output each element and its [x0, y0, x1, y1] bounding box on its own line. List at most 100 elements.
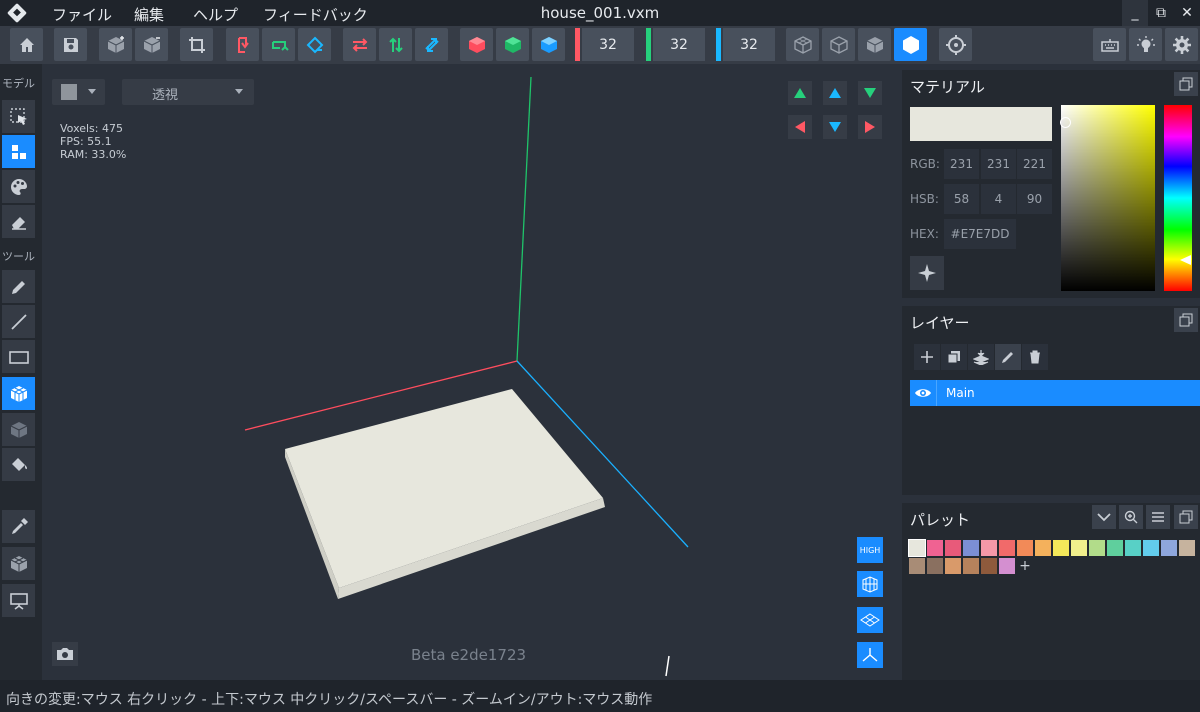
flip-y-button[interactable] [262, 28, 295, 61]
save-button[interactable] [54, 28, 87, 61]
target-button[interactable] [939, 28, 972, 61]
grid-wall-button[interactable] [857, 571, 883, 597]
palette-swatch[interactable] [999, 540, 1015, 556]
add-palette-color-button[interactable]: + [1017, 558, 1033, 574]
rename-layer-button[interactable] [995, 344, 1021, 370]
palette-swatch[interactable] [909, 558, 925, 574]
palette-swatch[interactable] [1179, 540, 1195, 556]
flip-z-button[interactable] [298, 28, 331, 61]
palette-swatch[interactable] [927, 558, 943, 574]
close-button[interactable]: ✕ [1174, 0, 1200, 26]
cube-paint-tool[interactable] [2, 413, 35, 446]
size-x-input[interactable]: 32 [582, 28, 634, 61]
wire-cube-2-button[interactable] [822, 28, 855, 61]
layer-visibility-toggle[interactable] [910, 380, 937, 406]
sparkle-button[interactable] [910, 256, 944, 290]
palette-swatch-selected[interactable] [908, 539, 926, 557]
home-button[interactable] [10, 28, 43, 61]
material-popout-button[interactable] [1174, 72, 1198, 96]
hsb-s-field[interactable]: 4 [981, 184, 1016, 214]
current-color-swatch[interactable] [910, 107, 1052, 141]
palette-swatch[interactable] [981, 558, 997, 574]
palette-zoom-button[interactable] [1119, 505, 1143, 529]
hue-slider[interactable] [1164, 105, 1192, 291]
swap-y-button[interactable] [379, 28, 412, 61]
palette-popout-button[interactable] [1174, 505, 1198, 529]
palette-swatch[interactable] [1017, 540, 1033, 556]
view-up-button[interactable] [788, 81, 812, 105]
hsb-h-field[interactable]: 58 [944, 184, 979, 214]
palette-swatch[interactable] [945, 558, 961, 574]
palette-swatch[interactable] [1053, 540, 1069, 556]
green-cube-button[interactable] [496, 28, 529, 61]
crop-button[interactable] [180, 28, 213, 61]
palette-swatch[interactable] [1143, 540, 1159, 556]
delete-layer-button[interactable] [1022, 344, 1048, 370]
size-z-input[interactable]: 32 [723, 28, 775, 61]
eyedropper-tool[interactable] [2, 510, 35, 543]
palette-tool[interactable] [2, 170, 35, 203]
palette-swatch[interactable] [963, 540, 979, 556]
swap-x-button[interactable] [343, 28, 376, 61]
wire-cube-button[interactable] [786, 28, 819, 61]
view-down-button[interactable] [858, 81, 882, 105]
layers-popout-button[interactable] [1174, 308, 1198, 332]
palette-swatch[interactable] [927, 540, 943, 556]
grid-floor-button[interactable] [857, 607, 883, 633]
red-cube-button[interactable] [460, 28, 493, 61]
presentation-tool[interactable] [2, 584, 35, 617]
palette-swatch[interactable] [1161, 540, 1177, 556]
swap-z-button[interactable] [415, 28, 448, 61]
hsb-b-field[interactable]: 90 [1017, 184, 1052, 214]
3d-viewport[interactable]: 透視 Voxels: 475 FPS: 55.1 RAM: 33.0% HIGH [42, 64, 895, 680]
restore-button[interactable]: ⧉ [1148, 0, 1174, 26]
hexagon-button[interactable] [894, 28, 927, 61]
minimize-button[interactable]: _ [1122, 0, 1148, 26]
palette-collapse-button[interactable] [1092, 505, 1116, 529]
menu-edit[interactable]: 編集 [134, 4, 164, 25]
solid-cube-button[interactable] [858, 28, 891, 61]
flip-x-button[interactable] [226, 28, 259, 61]
duplicate-layer-button[interactable] [941, 344, 967, 370]
settings-button[interactable] [1165, 28, 1198, 61]
palette-swatch[interactable] [945, 540, 961, 556]
color-picker-handle[interactable] [1060, 117, 1071, 128]
merge-layer-button[interactable] [968, 344, 994, 370]
rgb-r-field[interactable]: 231 [944, 149, 979, 179]
bulb-button[interactable] [1129, 28, 1162, 61]
palette-swatch[interactable] [1035, 540, 1051, 556]
view-right-button[interactable] [858, 115, 882, 139]
view-bottom-button[interactable] [823, 115, 847, 139]
add-layer-button[interactable] [914, 344, 940, 370]
menu-help[interactable]: ヘルプ [193, 4, 238, 25]
palette-swatch[interactable] [1089, 540, 1105, 556]
cube-add-button[interactable] [99, 28, 132, 61]
palette-swatch[interactable] [1107, 540, 1123, 556]
palette-swatch[interactable] [1071, 540, 1087, 556]
size-y-input[interactable]: 32 [653, 28, 705, 61]
blue-cube-button[interactable] [532, 28, 565, 61]
palette-swatch[interactable] [963, 558, 979, 574]
voxel-mode-tool[interactable] [2, 135, 35, 168]
voxel-model[interactable] [285, 389, 605, 599]
bucket-tool[interactable] [2, 448, 35, 481]
cube-remove-button[interactable] [135, 28, 168, 61]
select-tool[interactable] [2, 100, 35, 133]
view-top-button[interactable] [823, 81, 847, 105]
keyboard-button[interactable] [1093, 28, 1126, 61]
rgb-g-field[interactable]: 231 [981, 149, 1016, 179]
hue-handle-icon[interactable] [1178, 254, 1192, 266]
saturation-brightness-picker[interactable] [1060, 105, 1155, 291]
palette-swatch[interactable] [999, 558, 1015, 574]
cube-fill-tool[interactable] [2, 377, 35, 410]
palette-menu-button[interactable] [1146, 505, 1170, 529]
menu-file[interactable]: ファイル [52, 4, 112, 25]
hex-field[interactable]: #E7E7DD [944, 219, 1016, 249]
palette-swatch[interactable] [981, 540, 997, 556]
pencil-tool[interactable] [2, 270, 35, 303]
rgb-b-field[interactable]: 221 [1017, 149, 1052, 179]
cube-pick-tool[interactable] [2, 547, 35, 580]
layer-row[interactable]: Main [910, 380, 1200, 406]
eraser-tool[interactable] [2, 205, 35, 238]
menu-feedback[interactable]: フィードバック [263, 4, 368, 25]
